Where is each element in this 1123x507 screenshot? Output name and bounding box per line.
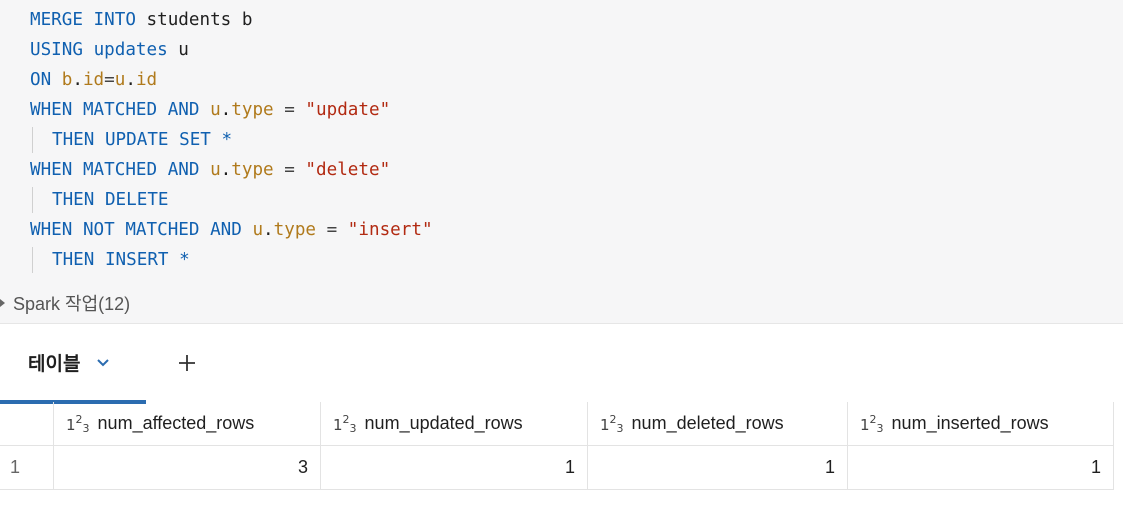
- code-token: WHEN MATCHED AND: [30, 100, 211, 120]
- code-token: "insert": [347, 220, 433, 240]
- code-token: u: [252, 220, 264, 240]
- code-token: =: [273, 100, 306, 120]
- caret-right-icon: [0, 299, 5, 307]
- table-cell[interactable]: 1: [320, 445, 588, 490]
- add-tab-button[interactable]: [172, 348, 202, 378]
- integer-type-icon: 123: [66, 412, 90, 435]
- code-line: THEN UPDATE SET *: [30, 125, 433, 155]
- column-header[interactable]: 123 num_affected_rows: [53, 402, 321, 446]
- code-line: WHEN MATCHED AND u.type = "update": [30, 95, 433, 125]
- code-token: WHEN NOT MATCHED AND: [30, 220, 253, 240]
- plus-icon: [179, 355, 195, 371]
- code-token: type: [231, 100, 274, 120]
- code-token: THEN INSERT *: [52, 250, 190, 270]
- code-token: "delete": [305, 160, 391, 180]
- table-row: 1 3 1 1 1: [0, 445, 1114, 490]
- code-token: THEN DELETE: [52, 190, 169, 210]
- code-token: students b: [146, 10, 253, 30]
- code-line: USING updates u: [30, 35, 433, 65]
- code-token: MERGE INTO: [30, 10, 147, 30]
- result-tabs-bar: 테이블: [0, 323, 1123, 404]
- table-cell[interactable]: 1: [847, 445, 1114, 490]
- code-token: type: [273, 220, 317, 240]
- column-header[interactable]: 123 num_updated_rows: [320, 402, 588, 446]
- code-token: .: [220, 160, 232, 180]
- column-header[interactable]: 123 num_inserted_rows: [847, 402, 1114, 446]
- code-token: WHEN MATCHED AND: [30, 160, 211, 180]
- code-token: u: [210, 100, 221, 120]
- code-token: .: [263, 220, 274, 240]
- table-header-row: 123 num_affected_rows 123 num_updated_rows…: [0, 402, 1114, 446]
- code-line: WHEN MATCHED AND u.type = "delete": [30, 155, 433, 185]
- code-token: id: [82, 70, 105, 90]
- code-token: .: [72, 70, 83, 90]
- code-token: u: [167, 40, 189, 60]
- table-cell[interactable]: 1: [587, 445, 848, 490]
- integer-type-icon: 123: [600, 412, 624, 435]
- code-token: id: [135, 70, 158, 90]
- integer-type-icon: 123: [333, 412, 357, 435]
- table-cell[interactable]: 3: [53, 445, 321, 490]
- code-token: USING: [30, 40, 94, 60]
- code-token: =: [104, 70, 115, 90]
- row-number-header: [0, 402, 54, 446]
- spark-jobs-toggle[interactable]: Spark 작업(12): [0, 290, 130, 316]
- tab-table[interactable]: 테이블: [0, 324, 146, 404]
- code-line: THEN INSERT *: [30, 245, 433, 275]
- code-token: updates: [93, 40, 168, 60]
- chevron-down-icon[interactable]: [96, 355, 110, 369]
- code-token: u: [114, 70, 126, 90]
- sql-code-block[interactable]: MERGE INTO students b USING updates u ON b…: [30, 5, 433, 275]
- code-token: u: [210, 160, 221, 180]
- code-line: MERGE INTO students b: [30, 5, 433, 35]
- code-token: =: [316, 220, 348, 240]
- code-token: "update": [305, 100, 391, 120]
- code-token: THEN UPDATE SET *: [52, 130, 233, 150]
- code-token: ON: [30, 70, 62, 90]
- code-line: ON b.id=u.id: [30, 65, 433, 95]
- code-line: THEN DELETE: [30, 185, 433, 215]
- integer-type-icon: 123: [860, 412, 884, 435]
- code-line: WHEN NOT MATCHED AND u.type = "insert": [30, 215, 433, 245]
- code-token: b: [61, 70, 73, 90]
- code-token: .: [125, 70, 136, 90]
- tab-table-label: 테이블: [28, 353, 81, 375]
- code-token: .: [220, 100, 232, 120]
- code-token: type: [231, 160, 274, 180]
- code-token: =: [273, 160, 306, 180]
- code-editor[interactable]: MERGE INTO students b USING updates u ON b…: [0, 0, 1123, 323]
- row-number: 1: [0, 445, 54, 490]
- spark-jobs-label: Spark 작업(12): [13, 294, 131, 314]
- results-table: 123 num_affected_rows 123 num_updated_rows…: [0, 402, 1114, 490]
- column-header[interactable]: 123 num_deleted_rows: [587, 402, 848, 446]
